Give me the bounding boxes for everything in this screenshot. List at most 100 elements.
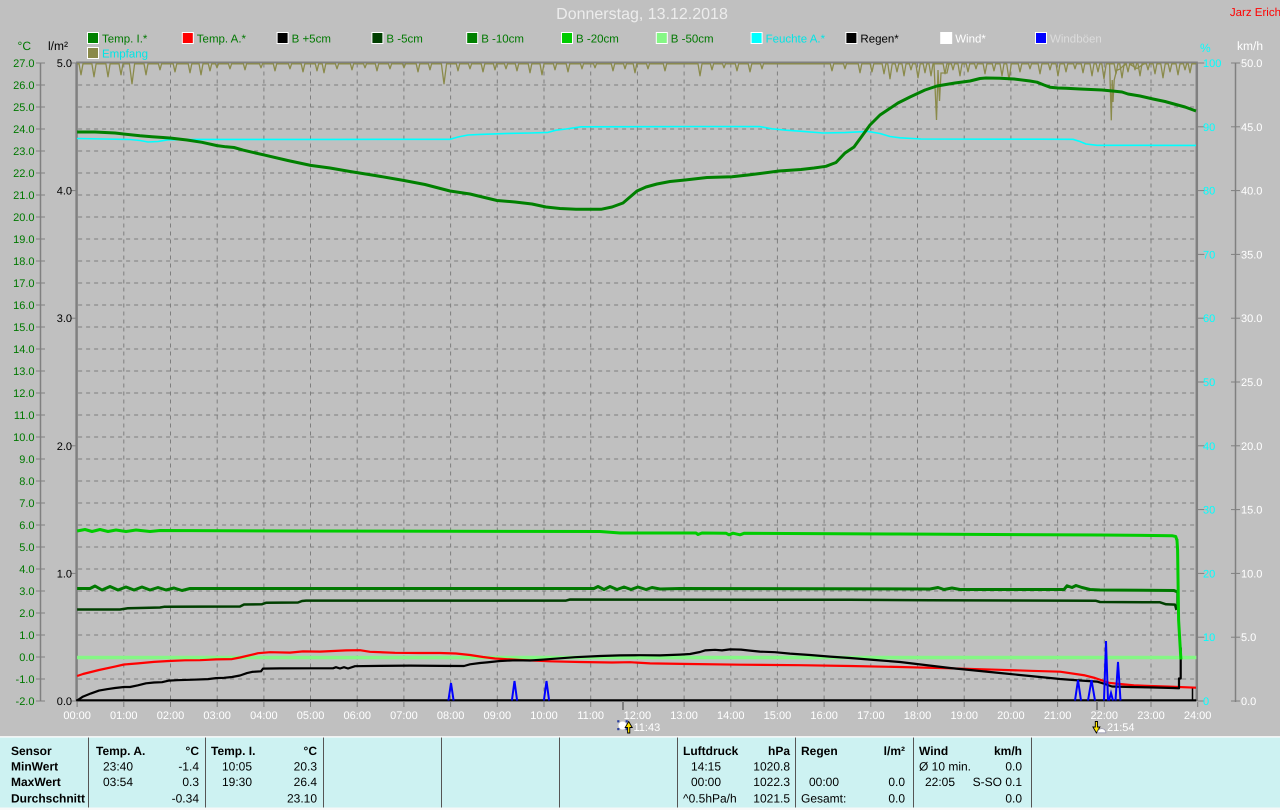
svg-text:00:00: 00:00 (809, 775, 839, 789)
svg-text:1.0: 1.0 (57, 568, 72, 580)
svg-text:%: % (1200, 41, 1211, 55)
svg-text:0.0: 0.0 (1005, 791, 1022, 805)
svg-text:Regen*: Regen* (860, 34, 899, 46)
svg-text:Donnerstag, 13.12.2018: Donnerstag, 13.12.2018 (556, 6, 728, 23)
svg-text:5.0: 5.0 (1241, 632, 1256, 644)
svg-text:0.3: 0.3 (182, 775, 199, 789)
svg-text:13:00: 13:00 (670, 710, 698, 722)
svg-text:21:54: 21:54 (1107, 722, 1135, 734)
svg-text:Wind*: Wind* (955, 34, 986, 46)
svg-text:Empfang: Empfang (102, 49, 148, 61)
svg-text:B -20cm: B -20cm (576, 34, 619, 46)
svg-text:Jarz Erich: Jarz Erich (1230, 7, 1280, 19)
svg-text:08:00: 08:00 (437, 710, 465, 722)
svg-text:15.0: 15.0 (13, 322, 34, 334)
svg-text:25.0: 25.0 (1241, 377, 1262, 389)
svg-text:04:00: 04:00 (250, 710, 278, 722)
svg-text:2.0: 2.0 (57, 441, 72, 453)
svg-text:3.0: 3.0 (19, 586, 34, 598)
svg-text:Sensor: Sensor (11, 744, 52, 758)
svg-text:00:00: 00:00 (63, 710, 91, 722)
svg-text:0: 0 (1203, 696, 1209, 708)
svg-text:24.0: 24.0 (13, 124, 34, 136)
svg-text:12.0: 12.0 (13, 388, 34, 400)
svg-text:4.0: 4.0 (19, 564, 34, 576)
svg-text:40.0: 40.0 (1241, 186, 1262, 198)
svg-text:°C: °C (304, 744, 318, 758)
svg-text:2.0: 2.0 (19, 608, 34, 620)
svg-text:40: 40 (1203, 441, 1215, 453)
svg-text:km/h: km/h (1237, 39, 1263, 53)
svg-text:11:43: 11:43 (634, 722, 661, 734)
svg-text:01:00: 01:00 (110, 710, 138, 722)
svg-text:13.0: 13.0 (13, 366, 34, 378)
svg-text:7.0: 7.0 (19, 498, 34, 510)
svg-text:B -10cm: B -10cm (481, 34, 524, 46)
svg-text:22.0: 22.0 (13, 168, 34, 180)
svg-text:23.0: 23.0 (13, 146, 34, 158)
svg-text:Wind: Wind (919, 744, 948, 758)
svg-text:20.0: 20.0 (1241, 441, 1262, 453)
svg-text:03:00: 03:00 (203, 710, 231, 722)
svg-text:B -50cm: B -50cm (671, 34, 714, 46)
svg-text:1020.8: 1020.8 (753, 760, 790, 774)
svg-text:18:00: 18:00 (904, 710, 932, 722)
svg-text:Durchschnitt: Durchschnitt (11, 791, 85, 805)
svg-text:17.0: 17.0 (13, 278, 34, 290)
svg-text:18.0: 18.0 (13, 256, 34, 268)
svg-text:9.0: 9.0 (19, 454, 34, 466)
svg-text:15:00: 15:00 (764, 710, 792, 722)
svg-text:50: 50 (1203, 377, 1215, 389)
svg-text:10:05: 10:05 (222, 760, 252, 774)
svg-text:l/m²: l/m² (48, 39, 68, 53)
svg-text:60: 60 (1203, 313, 1215, 325)
svg-text:MinWert: MinWert (11, 760, 58, 774)
svg-text:07:00: 07:00 (390, 710, 418, 722)
svg-text:14.0: 14.0 (13, 344, 34, 356)
svg-text:10.0: 10.0 (13, 432, 34, 444)
svg-text:Temp. A.*: Temp. A.* (197, 34, 247, 46)
svg-text:0.0: 0.0 (19, 652, 34, 664)
svg-text:Luftdruck: Luftdruck (683, 744, 739, 758)
svg-text:25.0: 25.0 (13, 102, 34, 114)
svg-text:100: 100 (1203, 58, 1221, 70)
svg-text:Temp. I.*: Temp. I.* (102, 34, 148, 46)
svg-text:8.0: 8.0 (19, 476, 34, 488)
svg-text:-1.0: -1.0 (16, 674, 35, 686)
svg-text:27.0: 27.0 (13, 58, 34, 70)
svg-text:Feuchte A.*: Feuchte A.* (766, 34, 826, 46)
svg-text:45.0: 45.0 (1241, 122, 1262, 134)
svg-text:MaxWert: MaxWert (11, 775, 61, 789)
svg-text:6.0: 6.0 (19, 520, 34, 532)
svg-text:00:00: 00:00 (691, 775, 721, 789)
svg-text:°C: °C (186, 744, 200, 758)
svg-text:22:00: 22:00 (1091, 710, 1119, 722)
svg-text:0.0: 0.0 (1005, 760, 1022, 774)
svg-text:05:00: 05:00 (297, 710, 325, 722)
svg-text:14:15: 14:15 (691, 760, 721, 774)
svg-text:17:00: 17:00 (857, 710, 885, 722)
svg-text:Gesamt:: Gesamt: (801, 791, 846, 805)
svg-text:Windböen: Windböen (1050, 34, 1102, 46)
svg-text:5.0: 5.0 (19, 542, 34, 554)
svg-text:20:00: 20:00 (997, 710, 1025, 722)
svg-text:30: 30 (1203, 505, 1215, 517)
svg-text:hPa: hPa (768, 744, 790, 758)
svg-text:0.0: 0.0 (57, 696, 72, 708)
svg-text:20.0: 20.0 (13, 212, 34, 224)
svg-text:35.0: 35.0 (1241, 249, 1262, 261)
svg-text:26.0: 26.0 (13, 80, 34, 92)
svg-text:30.0: 30.0 (1241, 313, 1262, 325)
svg-text:-1.4: -1.4 (178, 760, 199, 774)
svg-text:10.0: 10.0 (1241, 568, 1262, 580)
svg-text:23:00: 23:00 (1137, 710, 1165, 722)
svg-text:0.0: 0.0 (888, 775, 905, 789)
svg-text:20.3: 20.3 (294, 760, 318, 774)
svg-text:15.0: 15.0 (1241, 505, 1262, 517)
svg-text:11.0: 11.0 (14, 410, 35, 422)
svg-text:02:00: 02:00 (157, 710, 185, 722)
svg-text:B -5cm: B -5cm (386, 34, 422, 46)
svg-text:1022.3: 1022.3 (753, 775, 790, 789)
svg-text:16:00: 16:00 (810, 710, 838, 722)
svg-text:4.0: 4.0 (57, 186, 72, 198)
